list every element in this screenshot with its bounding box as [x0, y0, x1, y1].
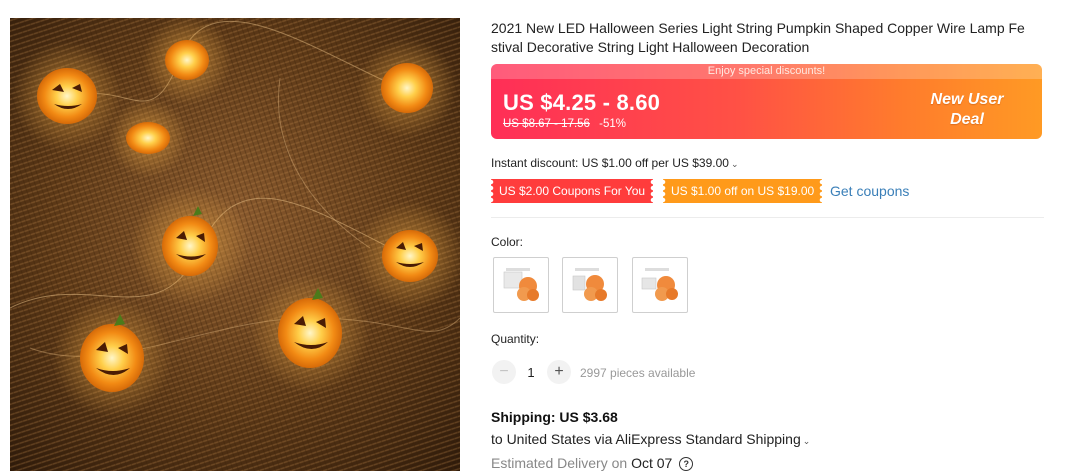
- discount-percent: -51%: [599, 118, 627, 130]
- original-price-row: US $8.67 - 17.56 -51%: [503, 118, 626, 130]
- instant-discount-text: Instant discount: US $1.00 off per US $3…: [491, 156, 729, 170]
- product-photo-svg: [10, 18, 460, 471]
- original-price: US $8.67 - 17.56: [503, 118, 590, 130]
- new-user-line1: New User: [930, 91, 1004, 108]
- special-discount-text: Enjoy special discounts!: [491, 64, 1042, 79]
- color-swatch-3[interactable]: [632, 257, 688, 313]
- current-price: US $4.25 - 8.60: [503, 90, 661, 115]
- shipping-price: Shipping: US $3.68: [491, 409, 618, 425]
- product-title-line1: 2021 New LED Halloween Series Light Stri…: [491, 20, 1025, 36]
- shipping-destination[interactable]: to United States via AliExpress Standard…: [491, 431, 810, 447]
- swatch-thumbnail-icon: [498, 262, 544, 308]
- quantity-increase-button[interactable]: +: [547, 360, 571, 384]
- color-swatch-1[interactable]: [493, 257, 549, 313]
- help-icon[interactable]: ?: [679, 457, 694, 471]
- coupon-1-dollar[interactable]: US $1.00 off on US $19.00: [663, 179, 823, 203]
- price-banner: Enjoy special discounts! US $4.25 - 8.60…: [491, 64, 1042, 139]
- section-divider: [491, 217, 1044, 218]
- get-coupons-link[interactable]: Get coupons: [830, 183, 909, 199]
- chevron-down-icon: ⌄: [802, 436, 811, 446]
- product-title: 2021 New LED Halloween Series Light Stri…: [491, 19, 1051, 57]
- quantity-label: Quantity:: [491, 332, 540, 346]
- estimated-delivery: Estimated Delivery on Oct 07 ?: [491, 455, 694, 471]
- product-image[interactable]: [10, 18, 460, 471]
- shipping-destination-text: to United States via AliExpress Standard…: [491, 431, 801, 447]
- new-user-line2: Deal: [950, 111, 984, 128]
- color-swatch-2[interactable]: [562, 257, 618, 313]
- product-title-line2: stival Decorative String Light Halloween…: [491, 39, 810, 55]
- instant-discount[interactable]: Instant discount: US $1.00 off per US $3…: [491, 156, 738, 170]
- swatch-thumbnail-icon: [567, 262, 613, 308]
- estimated-delivery-label: Estimated Delivery on: [491, 455, 628, 471]
- pieces-available: 2997 pieces available: [580, 366, 696, 380]
- chevron-down-icon: ⌄: [730, 159, 739, 169]
- coupon-2-dollar[interactable]: US $2.00 Coupons For You: [491, 179, 654, 203]
- swatch-thumbnail-icon: [637, 262, 683, 308]
- quantity-decrease-button[interactable]: −: [492, 360, 516, 384]
- quantity-input[interactable]: 1: [520, 365, 542, 380]
- estimated-delivery-date: Oct 07: [631, 455, 673, 471]
- color-label: Color:: [491, 235, 524, 249]
- new-user-deal-badge: New User Deal: [922, 90, 1012, 130]
